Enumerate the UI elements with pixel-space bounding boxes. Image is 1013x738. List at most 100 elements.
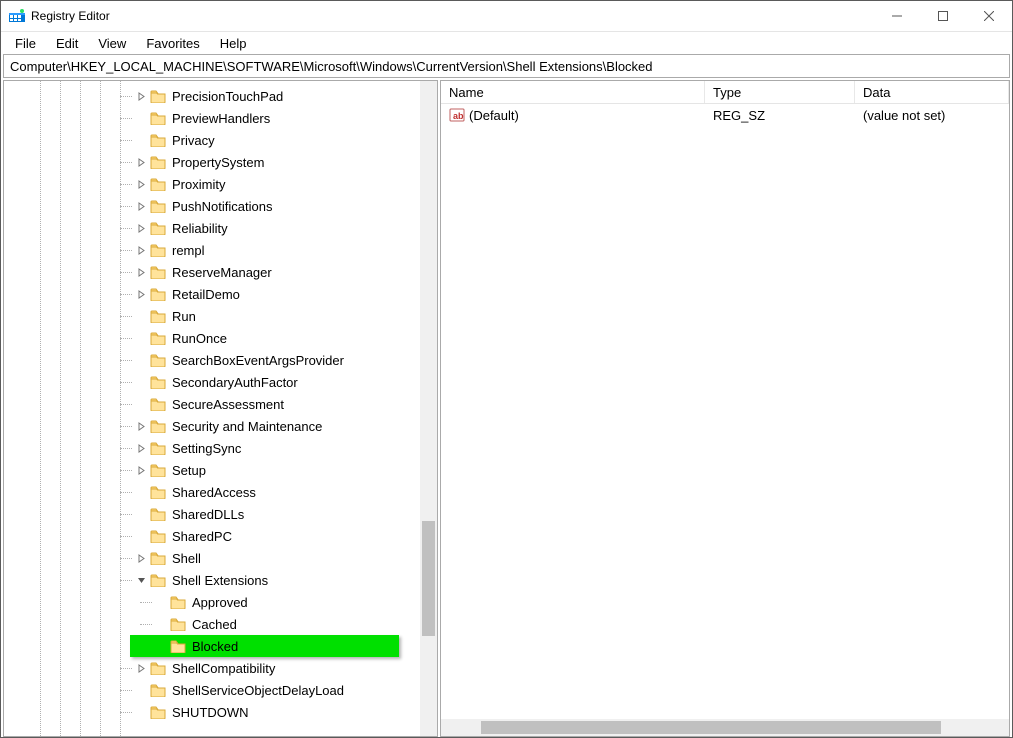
menu-file[interactable]: File (5, 34, 46, 53)
tree-item[interactable]: SecondaryAuthFactor (4, 371, 437, 393)
list-row[interactable]: ab (Default) REG_SZ (value not set) (441, 104, 1009, 126)
tree-item-label: SettingSync (170, 440, 243, 457)
tree-item[interactable]: PropertySystem (4, 151, 437, 173)
tree-item[interactable]: rempl (4, 239, 437, 261)
menu-view[interactable]: View (88, 34, 136, 53)
expand-icon[interactable] (134, 422, 148, 431)
scrollbar-corner (992, 719, 1009, 736)
expand-icon[interactable] (134, 202, 148, 211)
minimize-button[interactable] (874, 1, 920, 31)
expand-icon[interactable] (134, 664, 148, 673)
tree-item-label: Run (170, 308, 198, 325)
column-header-type[interactable]: Type (705, 81, 855, 103)
close-button[interactable] (966, 1, 1012, 31)
tree-item[interactable]: Privacy (4, 129, 437, 151)
list-horizontal-scrollbar[interactable] (441, 719, 992, 736)
expand-icon[interactable] (134, 92, 148, 101)
menu-edit[interactable]: Edit (46, 34, 88, 53)
expand-icon[interactable] (134, 466, 148, 475)
tree-item[interactable]: Run (4, 305, 437, 327)
tree-item-label: SharedAccess (170, 484, 258, 501)
tree-item-label: Shell Extensions (170, 572, 270, 589)
tree-item-label: Shell (170, 550, 203, 567)
tree-item[interactable]: PushNotifications (4, 195, 437, 217)
expand-icon[interactable] (134, 158, 148, 167)
tree-item-label: SharedPC (170, 528, 234, 545)
tree-item-label: SharedDLLs (170, 506, 246, 523)
tree-item-label: PrecisionTouchPad (170, 88, 285, 105)
tree-item[interactable]: Cached (4, 613, 437, 635)
tree-item[interactable]: Reliability (4, 217, 437, 239)
expand-icon[interactable] (134, 180, 148, 189)
tree-item[interactable]: SecureAssessment (4, 393, 437, 415)
tree-vertical-scrollbar[interactable] (420, 81, 437, 736)
menu-help[interactable]: Help (210, 34, 257, 53)
maximize-button[interactable] (920, 1, 966, 31)
value-name: (Default) (469, 108, 519, 123)
string-value-icon: ab (449, 107, 465, 123)
tree-item-label: RunOnce (170, 330, 229, 347)
address-bar[interactable]: Computer\HKEY_LOCAL_MACHINE\SOFTWARE\Mic… (3, 54, 1010, 78)
tree-item[interactable]: SearchBoxEventArgsProvider (4, 349, 437, 371)
expand-icon[interactable] (134, 290, 148, 299)
tree-item-label: ShellServiceObjectDelayLoad (170, 682, 346, 699)
tree-item-label: SecureAssessment (170, 396, 286, 413)
tree-view[interactable]: PrecisionTouchPad PreviewHandlers Privacy P… (4, 81, 437, 736)
tree-item[interactable]: SharedDLLs (4, 503, 437, 525)
tree-item-label: PreviewHandlers (170, 110, 272, 127)
tree-item[interactable]: RetailDemo (4, 283, 437, 305)
tree-item-label: Security and Maintenance (170, 418, 324, 435)
value-data: (value not set) (863, 108, 945, 123)
tree-item-label: SHUTDOWN (170, 704, 251, 721)
expand-icon[interactable] (134, 246, 148, 255)
expand-icon[interactable] (134, 268, 148, 277)
address-text: Computer\HKEY_LOCAL_MACHINE\SOFTWARE\Mic… (10, 59, 653, 74)
tree-item[interactable]: ShellServiceObjectDelayLoad (4, 679, 437, 701)
tree-item[interactable]: SharedPC (4, 525, 437, 547)
app-icon (9, 8, 25, 24)
scrollbar-thumb[interactable] (481, 721, 941, 734)
tree-item-label: SecondaryAuthFactor (170, 374, 300, 391)
scrollbar-thumb[interactable] (422, 521, 435, 636)
tree-item[interactable]: PrecisionTouchPad (4, 85, 437, 107)
column-header-data[interactable]: Data (855, 81, 1009, 103)
tree-item[interactable]: Shell (4, 547, 437, 569)
window-title: Registry Editor (31, 9, 110, 23)
tree-item[interactable]: SHUTDOWN (4, 701, 437, 723)
tree-item-label: ReserveManager (170, 264, 274, 281)
tree-item[interactable]: RunOnce (4, 327, 437, 349)
tree-item-label: rempl (170, 242, 207, 259)
expand-icon[interactable] (134, 554, 148, 563)
tree-item-label: Cached (190, 616, 239, 633)
tree-item-label: ShellCompatibility (170, 660, 277, 677)
list-body[interactable]: ab (Default) REG_SZ (value not set) (441, 104, 1009, 736)
tree-item-label: RetailDemo (170, 286, 242, 303)
menu-bar: File Edit View Favorites Help (1, 32, 1012, 54)
tree-item[interactable]: Blocked (130, 635, 399, 657)
main-split: PrecisionTouchPad PreviewHandlers Privacy P… (1, 80, 1012, 737)
tree-item-label: Blocked (190, 638, 240, 655)
tree-item[interactable]: Shell Extensions (4, 569, 437, 591)
menu-favorites[interactable]: Favorites (136, 34, 209, 53)
tree-item[interactable]: Setup (4, 459, 437, 481)
tree-item[interactable]: Approved (4, 591, 437, 613)
tree-item-label: PushNotifications (170, 198, 274, 215)
collapse-icon[interactable] (134, 576, 148, 585)
expand-icon[interactable] (134, 444, 148, 453)
tree-item[interactable]: ReserveManager (4, 261, 437, 283)
tree-item-label: Reliability (170, 220, 230, 237)
expand-icon[interactable] (134, 224, 148, 233)
tree-item[interactable]: SettingSync (4, 437, 437, 459)
svg-text:ab: ab (453, 111, 464, 121)
column-header-name[interactable]: Name (441, 81, 705, 103)
tree-item-label: Privacy (170, 132, 217, 149)
tree-item[interactable]: ShellCompatibility (4, 657, 437, 679)
tree-item[interactable]: Security and Maintenance (4, 415, 437, 437)
tree-item[interactable]: Proximity (4, 173, 437, 195)
tree-item[interactable]: SharedAccess (4, 481, 437, 503)
tree-item-label: SearchBoxEventArgsProvider (170, 352, 346, 369)
tree-item-label: Setup (170, 462, 208, 479)
tree-item-label: PropertySystem (170, 154, 266, 171)
title-bar[interactable]: Registry Editor (1, 1, 1012, 32)
tree-item[interactable]: PreviewHandlers (4, 107, 437, 129)
